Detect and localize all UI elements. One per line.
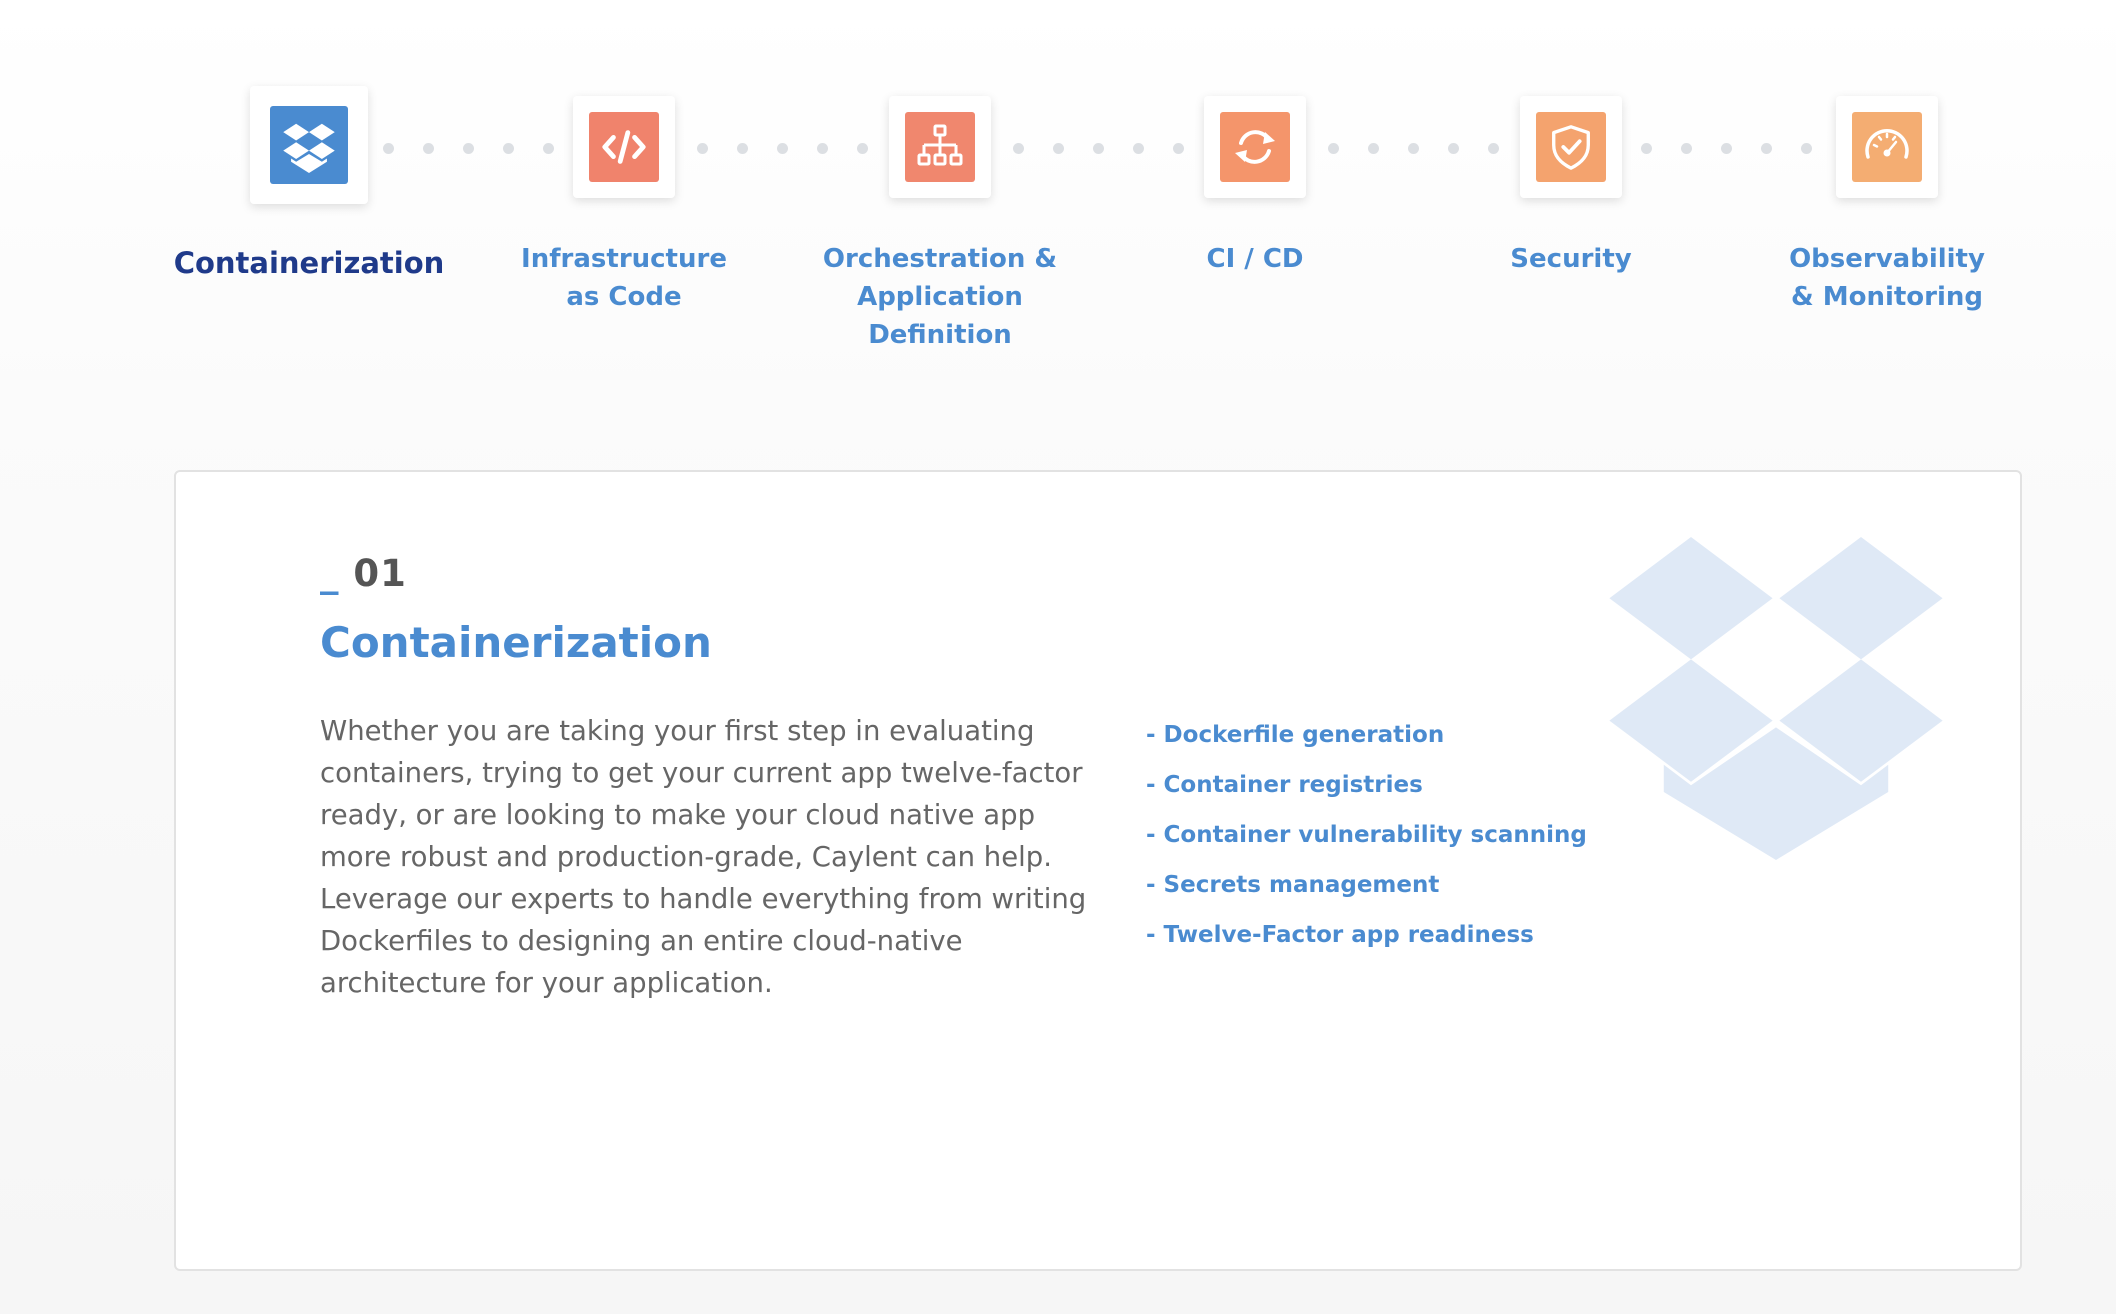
step-label-line: Application — [857, 282, 1023, 312]
connector-dot — [737, 143, 748, 154]
step-label: Containerization — [149, 244, 469, 282]
feature-item[interactable]: - Container registries — [1146, 760, 1587, 810]
connector-dot — [1801, 143, 1812, 154]
step-tile — [1852, 112, 1922, 182]
section-description: Whether you are taking your first step i… — [320, 715, 1087, 999]
step-navigation: Containerization Infrastructure as Code — [0, 0, 2116, 420]
step-icon-card — [889, 96, 991, 198]
connector-dot — [1013, 143, 1024, 154]
step-label: Infrastructure as Code — [464, 240, 784, 316]
step-tile — [589, 112, 659, 182]
step-icon-card — [573, 96, 675, 198]
step-label-line: Infrastructure — [521, 244, 727, 274]
section-number: _ 01 — [320, 552, 407, 595]
step-tile — [1220, 112, 1290, 182]
step-icon-card — [1204, 96, 1306, 198]
connector-dot — [857, 143, 868, 154]
connector-dot — [423, 143, 434, 154]
connector-dot — [1093, 143, 1104, 154]
watermark-box-icon — [1606, 520, 1946, 864]
box-icon — [283, 123, 335, 173]
connector-dot — [1133, 143, 1144, 154]
sitemap-icon — [917, 124, 963, 166]
step-label-line: CI / CD — [1206, 244, 1304, 274]
connector-dot — [1448, 143, 1459, 154]
feature-list: - Dockerfile generation - Container regi… — [1146, 710, 1587, 960]
connector-dot — [1488, 143, 1499, 154]
section-number-prefix: _ — [320, 552, 340, 595]
step-tile — [1536, 112, 1606, 182]
step-label-line: & Monitoring — [1790, 282, 1984, 312]
step-label: Orchestration & Application Definition — [780, 240, 1100, 354]
step-tile — [270, 106, 348, 184]
step-label-line: Containerization — [173, 246, 445, 280]
connector-dot — [1681, 143, 1692, 154]
step-label: Observability & Monitoring — [1727, 240, 2047, 316]
connector-dot — [1053, 143, 1064, 154]
connector-dot — [777, 143, 788, 154]
step-label-line: Orchestration & — [822, 244, 1058, 274]
connector-dot — [817, 143, 828, 154]
step-label-line: as Code — [566, 282, 682, 312]
step-icon-card — [250, 86, 368, 204]
connector-dot — [543, 143, 554, 154]
connector-dot — [1368, 143, 1379, 154]
step-label: CI / CD — [1095, 240, 1415, 278]
step-label-line: Security — [1510, 244, 1632, 274]
step-icon-card — [1836, 96, 1938, 198]
connector-dot — [1761, 143, 1772, 154]
gauge-icon — [1865, 129, 1909, 159]
step-label-line: Definition — [868, 320, 1012, 350]
connector-dot — [383, 143, 394, 154]
code-icon — [602, 130, 646, 164]
connector-dot — [697, 143, 708, 154]
step-label: Security — [1411, 240, 1731, 278]
connector-dot — [503, 143, 514, 154]
box-icon — [1609, 537, 1943, 860]
detail-panel: _ 01 Containerization Whether you are ta… — [174, 470, 2022, 1271]
feature-item[interactable]: - Container vulnerability scanning — [1146, 810, 1587, 860]
connector-dot — [1173, 143, 1184, 154]
connector-dot — [463, 143, 474, 154]
step-label-line: Observability — [1789, 244, 1985, 274]
shield-check-icon — [1552, 125, 1590, 170]
step-icon-card — [1520, 96, 1622, 198]
step-tile — [905, 112, 975, 182]
feature-item[interactable]: - Twelve-Factor app readiness — [1146, 910, 1587, 960]
connector-dot — [1408, 143, 1419, 154]
connector-dot — [1721, 143, 1732, 154]
section-title: Containerization — [320, 618, 712, 667]
connector-dot — [1641, 143, 1652, 154]
feature-item[interactable]: - Dockerfile generation — [1146, 710, 1587, 760]
section-number-value: 01 — [353, 552, 407, 595]
feature-item[interactable]: - Secrets management — [1146, 860, 1587, 910]
connector-dot — [1328, 143, 1339, 154]
sync-icon — [1235, 130, 1275, 164]
